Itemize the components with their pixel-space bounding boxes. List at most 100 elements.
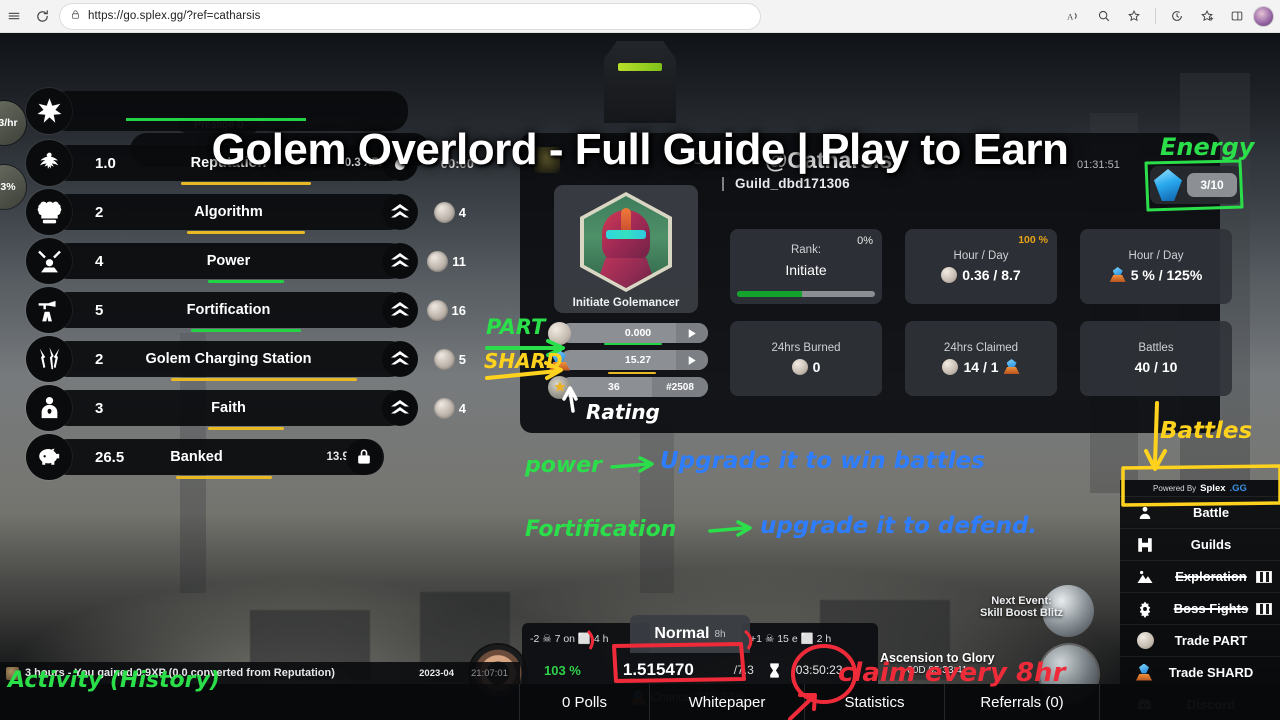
edge-badge[interactable]: 3%: [0, 165, 26, 209]
stat-cost: 00:00: [441, 156, 474, 171]
read-aloud-icon[interactable]: A: [1060, 2, 1088, 30]
lock-button[interactable]: [346, 439, 382, 475]
send-shard-button[interactable]: [676, 350, 708, 370]
card-value: 5 % / 125%: [1110, 267, 1203, 283]
profile-avatar[interactable]: [1253, 5, 1274, 27]
energy-widget[interactable]: 3/10: [1150, 166, 1242, 204]
nav-item-polls[interactable]: 0 Polls: [520, 684, 650, 720]
cost-value: 5: [458, 351, 466, 367]
stat-row-faith[interactable]: 3 Faith 4: [26, 385, 466, 431]
browser-toolbar: https://go.splex.gg/?ref=catharsis A: [0, 0, 1280, 33]
upgrade-button[interactable]: [382, 390, 418, 426]
menu-item-exploration[interactable]: Exploration: [1120, 560, 1280, 592]
activity-text: 3 hours - You gained 0.9XP (0.0 converte…: [25, 667, 335, 679]
zoom-icon[interactable]: [1090, 2, 1118, 30]
battle-mode-tab[interactable]: Normal 8h: [630, 615, 750, 653]
rank-progress-track: [737, 291, 875, 297]
send-part-button[interactable]: [676, 323, 708, 343]
stat-row-fortification[interactable]: 5 Fortification 16: [26, 287, 466, 333]
stat-cost: 4: [433, 397, 466, 419]
shard-icon: [1004, 359, 1020, 375]
panel-header: @Catharsis: [534, 143, 1154, 177]
menu-label: Battle: [1192, 505, 1230, 520]
card-title: 24hrs Burned: [771, 342, 841, 354]
address-bar[interactable]: https://go.splex.gg/?ref=catharsis: [60, 3, 760, 29]
upgrade-button[interactable]: [382, 194, 418, 230]
resource-row-rating[interactable]: 36 #2508: [548, 375, 708, 399]
nav-label: Referrals (0): [980, 693, 1064, 711]
avatar-label: Initiate Golemancer: [572, 297, 680, 309]
card-value-text: 5 % / 125%: [1130, 267, 1203, 283]
favorite-icon[interactable]: [1120, 2, 1148, 30]
avatar-card[interactable]: Initiate Golemancer: [554, 185, 698, 313]
reward-win-text: +1 ☠ 15 e ⬜ 2 h: [750, 632, 832, 645]
rating-value: 36: [608, 381, 620, 393]
stat-bar: 5 Fortification: [49, 292, 408, 328]
svg-text:A: A: [1067, 12, 1074, 22]
upgrade-button[interactable]: [382, 341, 418, 377]
resource-row-part[interactable]: 0.000: [548, 321, 708, 345]
edge-badge-label: 3%: [0, 181, 16, 193]
collections-icon[interactable]: [1193, 2, 1221, 30]
menu-label: Trade PART: [1174, 633, 1248, 648]
card-title: 24hrs Claimed: [943, 342, 1019, 354]
stat-row-banked[interactable]: 26.5 Banked 13.9 hrs: [26, 434, 466, 480]
next-event: Next Event: Skill Boost Blitz: [980, 595, 1063, 619]
next-event-label: Next Event:: [991, 595, 1052, 607]
stat-cost: 5: [433, 348, 466, 370]
nav-label: Whitepaper: [688, 693, 766, 711]
brand-suffix: .GG: [1229, 482, 1247, 494]
golem-head-sprite: [604, 41, 676, 123]
avatar-portrait: [584, 196, 668, 288]
history-icon[interactable]: [1163, 2, 1191, 30]
card-title: Hour / Day: [1128, 250, 1184, 262]
nav-item-whitepaper[interactable]: Whitepaper: [650, 684, 805, 720]
stat-value: 1.0: [95, 154, 116, 172]
tab-list-icon[interactable]: [0, 2, 28, 30]
avatar-hex-frame: [580, 192, 672, 292]
hourglass-icon[interactable]: [759, 655, 790, 685]
flame-button[interactable]: [382, 145, 418, 181]
nav-item-referrals[interactable]: Referrals (0): [945, 684, 1100, 720]
construction-flag-icon: [1256, 570, 1272, 583]
share-icon[interactable]: [692, 149, 709, 171]
ascension-title: Ascension to Glory: [880, 651, 995, 665]
stat-row-golem-charging-station[interactable]: 2 Golem Charging Station 5: [26, 336, 466, 382]
stat-value: 5: [95, 301, 104, 319]
edge-badge[interactable]: 3/hr: [0, 101, 26, 145]
browser-actions: A: [1060, 2, 1280, 30]
ascension-timer: 00D 05:33:41: [907, 665, 968, 676]
stat-row-xp[interactable]: [26, 88, 466, 134]
powered-by-row: Powered By Splex .GG: [1120, 480, 1280, 496]
menu-item-battle[interactable]: Battle: [1120, 496, 1280, 528]
piggy-bank-icon: [26, 434, 72, 480]
stats-panel: 1.0 Reputation 0.3 XP/hr 00:00 2 Algorit…: [26, 88, 474, 486]
reload-icon[interactable]: [28, 2, 56, 30]
menu-item-boss-fights[interactable]: Boss Fights: [1120, 592, 1280, 624]
stat-cost: 4: [433, 201, 466, 223]
stat-underline: [171, 378, 357, 381]
card-badge: 100 %: [1018, 234, 1048, 246]
game-viewport: 3/hr 3% Prestige 0 1.0 Reputation 0.3 XP…: [0, 33, 1280, 720]
powered-by-label: Powered By: [1153, 483, 1197, 493]
bottom-nav: 0 Polls Whitepaper Statistics Referrals …: [0, 684, 1280, 720]
upgrade-button[interactable]: [382, 243, 418, 279]
menu-label: Trade SHARD: [1168, 665, 1254, 680]
split-screen-icon[interactable]: [1223, 2, 1251, 30]
edge-badge-label: 3/hr: [0, 117, 18, 129]
stat-row-power[interactable]: 4 Power 11: [26, 238, 466, 284]
stat-row-algorithm[interactable]: 2 Algorithm 4: [26, 189, 466, 235]
stat-row-reputation[interactable]: 1.0 Reputation 0.3 XP/hr 00:00: [26, 140, 474, 186]
nav-item-statistics[interactable]: Statistics: [805, 684, 945, 720]
card-value-text: 14 / 1: [963, 359, 999, 375]
upgrade-button[interactable]: [382, 292, 418, 328]
rank-card: 0% Rank: Initiate: [730, 229, 882, 304]
activity-log-line[interactable]: 3 hours - You gained 0.9XP (0.0 converte…: [0, 662, 520, 684]
stat-underline: [176, 476, 272, 479]
cost-value: 16: [451, 302, 466, 318]
shard-icon: [1110, 267, 1126, 283]
stat-bar: 1.0 Reputation 0.3 XP/hr: [49, 145, 408, 181]
resource-row-shard[interactable]: 15.27: [548, 349, 708, 374]
menu-item-guilds[interactable]: Guilds: [1120, 528, 1280, 560]
menu-item-trade-part[interactable]: Trade PART: [1120, 624, 1280, 656]
